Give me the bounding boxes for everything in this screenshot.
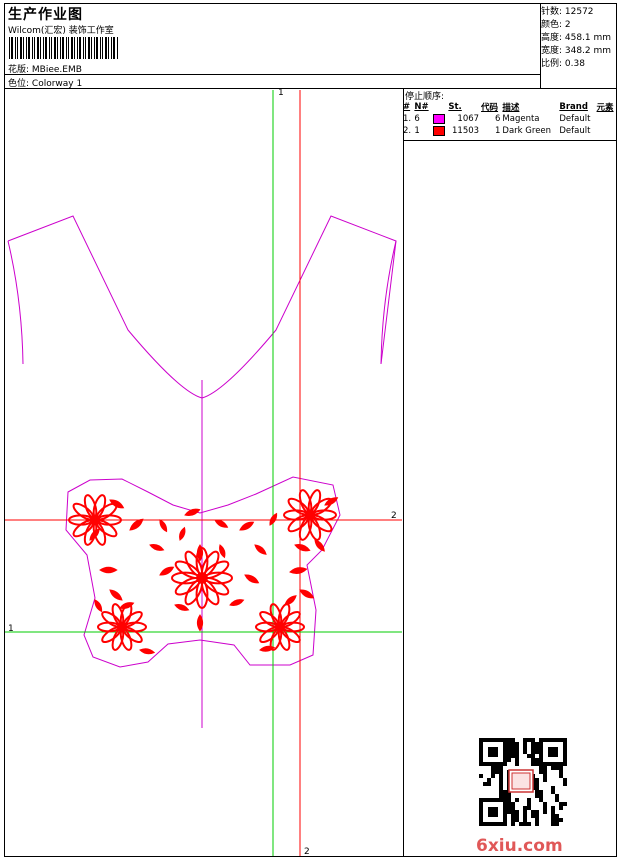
guide-label-h2: 2: [391, 511, 397, 521]
guide-label-v1: 1: [278, 88, 284, 98]
watermark-logo: 6xiu.com: [476, 836, 563, 856]
design-canvas: [5, 90, 402, 856]
qr-code: [479, 738, 567, 826]
guide-label-v2: 2: [304, 847, 310, 857]
embroidery-motifs: [67, 489, 339, 655]
garment-outline-left-edge: [7, 240, 24, 365]
guide-label-h1: 1: [8, 624, 14, 634]
garment-outline-left: [7, 215, 397, 399]
